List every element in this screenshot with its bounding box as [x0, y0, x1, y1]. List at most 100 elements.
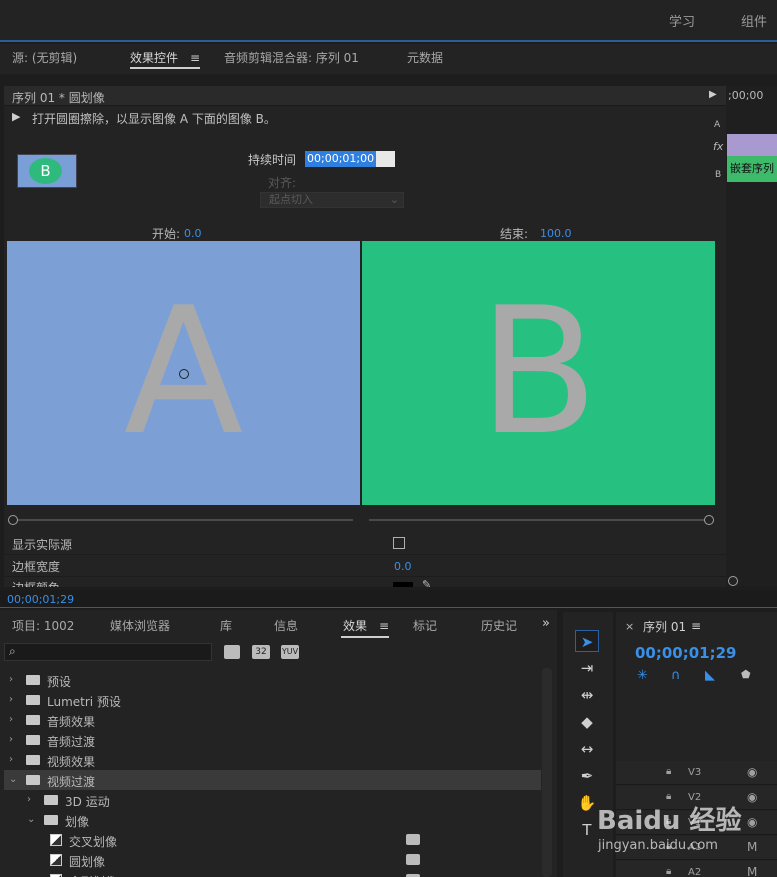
32bit-effects-icon[interactable]: 32 [252, 645, 270, 659]
effects-tree-item[interactable]: ⌄ 视频过渡 [4, 770, 541, 790]
chevron-down-icon: ⌄ [389, 193, 399, 206]
effects-tree-item[interactable]: › 预设 [4, 670, 541, 690]
tab-effect-controls[interactable]: 效果控件 [130, 49, 178, 66]
lock-icon[interactable]: 🔒︎ [666, 766, 671, 777]
chevron-down-icon[interactable]: ⌄ [9, 774, 17, 785]
effects-menu-icon[interactable]: ≡ [379, 619, 389, 633]
tab-history[interactable]: 历史记 [481, 617, 517, 634]
start-slider-handle[interactable] [8, 515, 18, 525]
chevron-right-icon[interactable]: › [9, 714, 13, 725]
effects-scrollbar[interactable] [542, 668, 552, 877]
tab-metadata[interactable]: 元数据 [407, 49, 443, 66]
close-icon[interactable]: × [625, 620, 634, 633]
play-preview-icon[interactable]: ▶ [12, 110, 20, 123]
effects-tree-item[interactable]: ⌄ 划像 [4, 810, 541, 830]
pen-tool-icon[interactable]: ✒ [575, 765, 599, 787]
align-select[interactable]: 起点切入 ⌄ [260, 192, 404, 208]
start-value[interactable]: 0.0 [184, 227, 202, 240]
add-marker-tool-icon[interactable]: ◣ [705, 668, 715, 683]
transition-description: 打开圆圈擦除，以显示图像 A 下面的图像 B。 [32, 112, 276, 126]
ripple-edit-tool-icon[interactable]: ⇹ [575, 684, 599, 706]
lock-icon[interactable]: 🔒︎ [666, 866, 671, 877]
eye-icon[interactable]: ◉ [747, 815, 757, 829]
tab-info[interactable]: 信息 [274, 617, 298, 634]
nested-sequence-clip[interactable]: 嵌套序列 [727, 156, 777, 182]
chevron-down-icon[interactable]: ⌄ [27, 814, 35, 825]
sequence-menu-icon[interactable]: ≡ [691, 619, 701, 633]
expand-right-icon[interactable]: ▶ [709, 89, 717, 100]
workspace-assembly[interactable]: 组件 [741, 11, 767, 30]
tab-effects[interactable]: 效果 [343, 617, 367, 634]
effects-tree-item[interactable]: › Lumetri 预设 [4, 690, 541, 710]
type-tool-icon[interactable]: T [575, 819, 599, 841]
chevron-right-icon[interactable]: › [27, 794, 31, 805]
effects-tree-label: 视频过渡 [47, 775, 96, 789]
current-timecode[interactable]: 00;00;01;29 [7, 593, 74, 606]
duration-input[interactable]: 00;00;01;00 [305, 151, 395, 167]
center-point-handle[interactable] [179, 369, 189, 379]
effects-tree-item[interactable]: 交叉划像 [4, 830, 541, 850]
more-tabs-icon[interactable]: » [542, 616, 550, 631]
effects-tree-item[interactable]: › 音频效果 [4, 710, 541, 730]
end-value[interactable]: 100.0 [540, 227, 572, 240]
sequence-tab-name[interactable]: 序列 01 [643, 618, 686, 635]
effects-tree-label: 盒形划像 [69, 873, 117, 877]
yuv-effects-icon[interactable]: YUV [281, 645, 299, 659]
slip-tool-icon[interactable]: ↔ [575, 738, 599, 760]
effects-tree-item[interactable]: › 音频过渡 [4, 730, 541, 750]
mute-icon[interactable]: M [747, 840, 757, 854]
tab-library[interactable]: 库 [220, 617, 232, 634]
end-slider-track[interactable] [369, 519, 705, 521]
mute-icon[interactable]: M [747, 865, 757, 877]
tab-source[interactable]: 源: (无剪辑) [12, 49, 77, 66]
chevron-right-icon[interactable]: › [9, 674, 13, 685]
hand-tool-icon[interactable]: ✋ [575, 792, 599, 814]
eye-icon[interactable]: ◉ [747, 790, 757, 804]
effects-tree-item[interactable]: 盒形划像 [4, 870, 541, 877]
track-a-letter: A [714, 120, 721, 130]
tab-menu-icon[interactable]: ≡ [190, 51, 200, 65]
effects-tree-item[interactable]: 圆划像 [4, 850, 541, 870]
effects-tree-item[interactable]: › 视频效果 [4, 750, 541, 770]
chevron-right-icon[interactable]: › [9, 754, 13, 765]
eye-icon[interactable]: ◉ [747, 765, 757, 779]
track-row[interactable]: 🔒︎ A2 M [616, 861, 777, 877]
razor-tool-icon[interactable]: ◆ [575, 711, 599, 733]
selection-tool-icon[interactable]: ➤ [575, 630, 599, 652]
track-row[interactable]: 🔒︎ V3 ◉ [616, 761, 777, 785]
eyedropper-icon[interactable]: ✎ [422, 578, 431, 587]
chevron-right-icon[interactable]: › [9, 694, 13, 705]
track-select-tool-icon[interactable]: ⇥ [575, 657, 599, 679]
marker-icon[interactable]: ⬟ [741, 668, 751, 681]
tab-media-browser[interactable]: 媒体浏览器 [110, 617, 170, 634]
transition-icon [50, 834, 62, 846]
end-slider-handle[interactable] [704, 515, 714, 525]
folder-icon [26, 675, 40, 685]
preview-image-b[interactable]: B [362, 241, 715, 505]
timeline-zoom-handle[interactable] [728, 576, 738, 586]
snap-icon[interactable]: ✳ [637, 668, 648, 683]
transition-clip[interactable] [727, 134, 777, 156]
yuv-badge-icon [406, 834, 420, 845]
show-source-checkbox[interactable] [393, 537, 405, 549]
chevron-right-icon[interactable]: › [9, 734, 13, 745]
folder-icon [44, 815, 58, 825]
track-label: V3 [688, 767, 702, 778]
effects-search-input[interactable] [4, 643, 212, 661]
tab-markers[interactable]: 标记 [413, 617, 437, 634]
timecode-bar [0, 590, 777, 608]
start-slider-track[interactable] [17, 519, 353, 521]
track-b-letter: B [715, 170, 722, 180]
baidu-watermark-url: jingyan.baidu.com [598, 838, 718, 853]
tab-audio-clip-mixer[interactable]: 音频剪辑混合器: 序列 01 [224, 49, 359, 66]
sequence-timecode[interactable]: 00;00;01;29 [635, 644, 737, 662]
tab-project[interactable]: 项目: 1002 [12, 617, 74, 634]
workspace-learn[interactable]: 学习 [669, 11, 695, 30]
border-width-value[interactable]: 0.0 [394, 560, 412, 573]
effects-tree-item[interactable]: › 3D 运动 [4, 790, 541, 810]
linked-selection-icon[interactable]: ∩ [671, 668, 681, 683]
panel-tab-bar [0, 44, 777, 74]
border-color-swatch[interactable] [393, 582, 413, 587]
effects-tree-label: 视频效果 [47, 755, 96, 769]
accelerated-effects-icon[interactable] [224, 645, 240, 659]
